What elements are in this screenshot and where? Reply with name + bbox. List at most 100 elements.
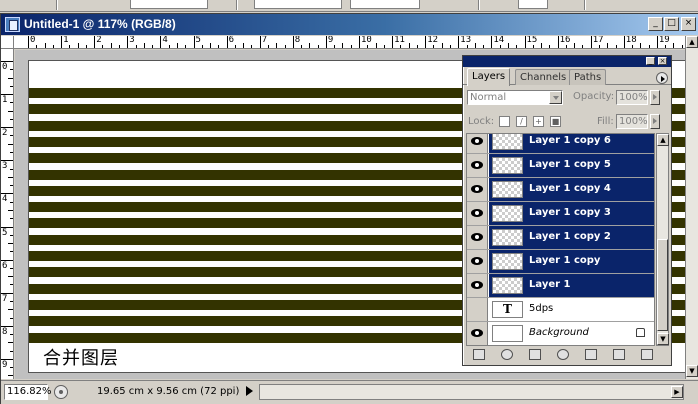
layer-row-body[interactable]: Layer 1 copy 4 — [489, 178, 654, 201]
adjustment-layer-icon[interactable] — [557, 349, 569, 360]
minimize-button[interactable]: _ — [648, 17, 663, 31]
ruler-minor-tick — [44, 43, 46, 48]
layer-row-body[interactable]: Layer 1 copy 6 — [489, 134, 654, 153]
ruler-label: 18 — [625, 36, 637, 45]
lock-all-icon[interactable]: ■ — [550, 116, 561, 127]
new-group-folder-icon[interactable] — [585, 349, 597, 360]
link-layers-icon[interactable] — [473, 349, 485, 360]
layer-name[interactable]: Layer 1 — [529, 279, 570, 290]
ruler-minor-tick — [10, 152, 13, 154]
status-info-icon[interactable] — [54, 385, 68, 399]
add-mask-icon[interactable] — [529, 349, 541, 360]
opacity-field[interactable]: 100% — [616, 90, 648, 105]
layer-name[interactable]: Layer 1 copy 2 — [529, 231, 611, 242]
ruler-label: 14 — [493, 36, 505, 45]
layer-row[interactable]: T 5dps — [467, 298, 654, 322]
lock-image-brush-icon[interactable]: / — [516, 116, 527, 127]
visibility-toggle[interactable] — [467, 154, 488, 177]
ruler-minor-tick — [8, 243, 13, 245]
ruler-origin[interactable] — [1, 36, 14, 49]
layer-row[interactable]: Layer 1 copy 4 — [467, 178, 654, 202]
visibility-toggle[interactable] — [467, 226, 488, 249]
tab-paths[interactable]: Paths — [569, 69, 607, 85]
visibility-toggle[interactable] — [467, 274, 488, 297]
layer-row[interactable]: Layer 1 copy 3 — [467, 202, 654, 226]
horizontal-ruler[interactable]: 0 1 2 3 4 5 6 7 8 9 10 11 12 13 14 15 16 17 18 19 — [14, 36, 685, 49]
scrollbar-thumb[interactable] — [657, 239, 668, 331]
layer-row[interactable]: Layer 1 copy 6 — [467, 134, 654, 154]
fill-field[interactable]: 100% — [616, 114, 648, 129]
layer-row-body[interactable]: Layer 1 copy — [489, 250, 654, 273]
layer-name[interactable]: Layer 1 copy 6 — [529, 135, 611, 146]
palette-close-button[interactable]: × — [658, 57, 667, 65]
ruler-label: 8 — [2, 326, 8, 337]
layer-style-icon[interactable] — [501, 349, 513, 360]
layer-name[interactable]: Layer 1 copy 5 — [529, 159, 611, 170]
layer-name[interactable]: 5dps — [529, 303, 553, 314]
lock-position-move-icon[interactable]: + — [533, 116, 544, 127]
chevron-down-icon[interactable] — [549, 91, 562, 104]
ruler-tick — [557, 36, 559, 48]
palette-minimize-button[interactable]: _ — [646, 57, 655, 65]
visibility-toggle[interactable] — [467, 298, 488, 321]
palette-menu-icon[interactable] — [656, 72, 668, 84]
layer-row[interactable]: Background — [467, 322, 654, 345]
layer-row[interactable]: Layer 1 — [467, 274, 654, 298]
scroll-down-arrow-icon[interactable]: ▼ — [657, 333, 669, 345]
ruler-minor-tick — [466, 45, 468, 48]
delete-layer-trash-icon[interactable] — [641, 349, 653, 360]
horizontal-scrollbar[interactable]: ▶ — [259, 384, 684, 400]
tab-layers[interactable]: Layers — [467, 68, 511, 86]
layer-row-body[interactable]: Layer 1 copy 3 — [489, 202, 654, 225]
ruler-minor-tick — [309, 43, 311, 48]
fill-slider-arrow-icon[interactable] — [650, 114, 660, 129]
blend-mode-select[interactable]: Normal — [467, 90, 563, 105]
scroll-down-arrow-icon[interactable]: ▼ — [686, 365, 698, 377]
lock-transparency-icon[interactable] — [499, 116, 510, 127]
layers-scrollbar[interactable]: ▲ ▼ — [656, 133, 669, 346]
scroll-right-arrow-icon[interactable]: ▶ — [671, 386, 683, 398]
layer-name[interactable]: Background — [529, 327, 589, 338]
status-menu-arrow-icon[interactable] — [246, 386, 253, 396]
visibility-toggle[interactable] — [467, 178, 488, 201]
ruler-tick — [292, 36, 294, 48]
zoom-field[interactable]: 116.82% — [4, 384, 52, 400]
palette-titlebar[interactable]: _ × — [463, 56, 671, 67]
ruler-tick — [623, 36, 625, 48]
toolbar-field[interactable] — [350, 0, 420, 9]
scroll-up-arrow-icon[interactable]: ▲ — [686, 36, 698, 48]
vertical-ruler[interactable]: 0 1 2 3 4 5 6 7 8 9 — [1, 49, 14, 379]
layer-name[interactable]: Layer 1 copy 4 — [529, 183, 611, 194]
vertical-scrollbar[interactable]: ▲ ▼ — [685, 36, 698, 379]
toolbar-field[interactable] — [130, 0, 208, 9]
ruler-minor-tick — [681, 45, 683, 48]
tab-channels[interactable]: Channels — [515, 69, 572, 85]
toolbar-field[interactable] — [518, 0, 548, 9]
layer-row-body[interactable]: Layer 1 copy 2 — [489, 226, 654, 249]
scroll-up-arrow-icon[interactable]: ▲ — [657, 134, 669, 146]
photoshop-document-icon[interactable] — [5, 17, 20, 32]
document-titlebar[interactable]: Untitled-1 @ 117% (RGB/8) _ □ × — [1, 14, 698, 35]
visibility-toggle[interactable] — [467, 250, 488, 273]
layer-row[interactable]: Layer 1 copy 2 — [467, 226, 654, 250]
visibility-toggle[interactable] — [467, 322, 488, 345]
ruler-minor-tick — [201, 45, 203, 48]
layer-row-body[interactable]: Layer 1 copy 5 — [489, 154, 654, 177]
close-button[interactable]: × — [681, 17, 696, 31]
ruler-label: 2 — [2, 128, 8, 139]
opacity-slider-arrow-icon[interactable] — [650, 90, 660, 105]
layer-row-body[interactable]: T 5dps — [489, 298, 654, 321]
layer-row-body[interactable]: Background — [489, 322, 654, 345]
toolbar-field[interactable] — [254, 0, 342, 9]
new-layer-icon[interactable] — [613, 349, 625, 360]
visibility-toggle[interactable] — [467, 202, 488, 225]
layer-row[interactable]: Layer 1 copy — [467, 250, 654, 274]
layer-thumbnail — [492, 205, 523, 222]
layer-row[interactable]: Layer 1 copy 5 — [467, 154, 654, 178]
layer-row-body[interactable]: Layer 1 — [489, 274, 654, 297]
ruler-label: 5 — [2, 227, 8, 238]
layer-name[interactable]: Layer 1 copy — [529, 255, 600, 266]
layer-name[interactable]: Layer 1 copy 3 — [529, 207, 611, 218]
maximize-button[interactable]: □ — [664, 17, 679, 31]
visibility-toggle[interactable] — [467, 134, 488, 153]
